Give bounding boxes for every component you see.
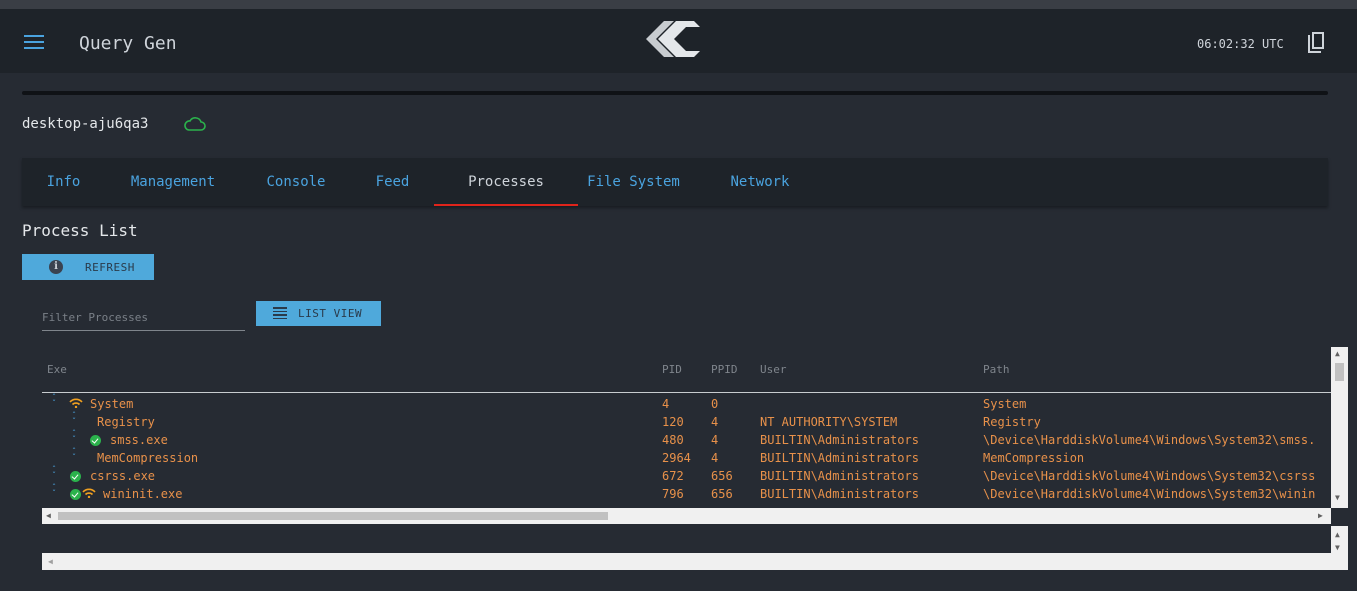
- filter-field: [42, 306, 245, 331]
- path-cell: Registry: [983, 415, 1041, 429]
- expand-collapse-icon[interactable]: ˆˇ: [49, 466, 59, 480]
- host-name: desktop-aju6qa3: [22, 116, 149, 132]
- table-row[interactable]: ˆˇ wininit.exe 796 656 BUILTIN\Administr…: [42, 484, 1331, 503]
- section-title: Process List: [22, 221, 138, 240]
- detail-panel: ◀: [42, 526, 1331, 570]
- path-cell: \Device\HarddiskVolume4\Windows\System32…: [983, 433, 1316, 447]
- detail-vertical-scrollbar[interactable]: ▲ ▼: [1331, 526, 1348, 570]
- wifi-icon: [69, 398, 83, 408]
- table-row[interactable]: ˆˇ MemCompression 2964 4 BUILTIN\Adminis…: [42, 448, 1331, 467]
- ppid-cell: 4: [711, 451, 719, 465]
- window-top-strip: [0, 0, 1357, 9]
- expand-collapse-icon[interactable]: ˆˇ: [49, 394, 59, 408]
- tab-info[interactable]: Info: [22, 158, 105, 206]
- tab-file-system[interactable]: File System: [578, 158, 689, 206]
- wifi-icon: [82, 488, 96, 498]
- scroll-left-icon[interactable]: ◀: [46, 511, 51, 520]
- check-icon: [70, 489, 81, 500]
- detail-horizontal-scrollbar[interactable]: ◀: [42, 553, 1331, 570]
- scroll-left-icon[interactable]: ◀: [48, 557, 53, 566]
- path-cell: System: [983, 397, 1027, 411]
- user-cell: BUILTIN\Administrators: [760, 433, 919, 447]
- path-cell: \Device\HarddiskVolume4\Windows\System32…: [983, 469, 1316, 483]
- table-horizontal-scrollbar[interactable]: ◀ ▶: [42, 508, 1331, 524]
- tab-bar: Info Management Console Feed Processes F…: [22, 158, 1328, 206]
- exe-cell: smss.exe: [110, 433, 168, 447]
- exe-cell: System: [90, 397, 134, 411]
- refresh-label: REFRESH: [85, 261, 135, 274]
- ppid-cell: 656: [711, 487, 733, 501]
- table-row[interactable]: ˆˇ System 4 0 System: [42, 394, 1331, 413]
- user-cell: NT AUTHORITY\SYSTEM: [760, 415, 898, 429]
- list-view-label: LIST VIEW: [298, 307, 363, 320]
- column-header-ppid[interactable]: PPID: [711, 363, 738, 376]
- ppid-cell: 4: [711, 415, 719, 429]
- path-cell: \Device\HarddiskVolume4\Windows\System32…: [983, 487, 1316, 501]
- expand-collapse-icon[interactable]: ˆˇ: [69, 430, 79, 444]
- ppid-cell: 0: [711, 397, 719, 411]
- expand-collapse-icon[interactable]: ˆˇ: [49, 484, 59, 498]
- scroll-down-icon[interactable]: ▼: [1335, 493, 1340, 502]
- scroll-up-icon[interactable]: ▲: [1335, 530, 1340, 539]
- info-icon: i: [49, 260, 63, 274]
- filter-processes-input[interactable]: [42, 306, 245, 329]
- user-cell: BUILTIN\Administrators: [760, 451, 919, 465]
- tab-network[interactable]: Network: [707, 158, 813, 206]
- ppid-cell: 656: [711, 469, 733, 483]
- column-header-pid[interactable]: PID: [662, 363, 682, 376]
- cloud-icon: [184, 117, 206, 131]
- user-cell: BUILTIN\Administrators: [760, 469, 919, 483]
- expand-collapse-icon[interactable]: ˆˇ: [69, 412, 79, 426]
- exe-cell: Registry: [97, 415, 155, 429]
- pid-cell: 796: [662, 487, 684, 501]
- scroll-down-icon[interactable]: ▼: [1335, 543, 1340, 552]
- copy-icon[interactable]: [1305, 31, 1327, 55]
- exe-cell: MemCompression: [97, 451, 199, 465]
- pid-cell: 2964: [662, 451, 691, 465]
- scroll-up-icon[interactable]: ▲: [1335, 349, 1340, 358]
- scroll-thumb[interactable]: [58, 512, 608, 520]
- list-icon: [273, 307, 287, 319]
- process-table: Exe PID PPID User Path ˆˇ System 4 0 Sys…: [42, 347, 1331, 508]
- tab-processes[interactable]: Processes: [434, 158, 578, 206]
- pid-cell: 672: [662, 469, 684, 483]
- column-header-user[interactable]: User: [760, 363, 787, 376]
- divider-bar: [22, 91, 1328, 95]
- table-row[interactable]: ˆˇ smss.exe 480 4 BUILTIN\Administrators…: [42, 430, 1331, 449]
- pid-cell: 480: [662, 433, 684, 447]
- tab-feed[interactable]: Feed: [351, 158, 434, 206]
- utc-clock: 06:02:32 UTC: [1197, 37, 1284, 51]
- pid-cell: 120: [662, 415, 684, 429]
- exe-cell: csrss.exe: [90, 469, 156, 483]
- app-bar: Query Gen 06:02:32 UTC: [0, 9, 1357, 73]
- scroll-thumb[interactable]: [1335, 363, 1344, 381]
- column-header-path[interactable]: Path: [983, 363, 1010, 376]
- ppid-cell: 4: [711, 433, 719, 447]
- expand-collapse-icon[interactable]: ˆˇ: [69, 448, 79, 462]
- column-header-exe[interactable]: Exe: [47, 363, 67, 376]
- app-title: Query Gen: [79, 33, 177, 54]
- table-vertical-scrollbar[interactable]: ▲ ▼: [1331, 347, 1348, 508]
- table-row[interactable]: ˆˇ Registry 120 4 NT AUTHORITY\SYSTEM Re…: [42, 412, 1331, 431]
- cc-logo-icon: [646, 21, 700, 57]
- path-cell: MemCompression: [983, 451, 1085, 465]
- check-icon: [90, 435, 101, 446]
- tab-console[interactable]: Console: [241, 158, 351, 206]
- table-header: Exe PID PPID User Path: [42, 347, 1331, 393]
- hamburger-menu-icon[interactable]: [24, 35, 44, 49]
- user-cell: BUILTIN\Administrators: [760, 487, 919, 501]
- refresh-button[interactable]: i REFRESH: [22, 254, 154, 280]
- pid-cell: 4: [662, 397, 670, 411]
- list-view-button[interactable]: LIST VIEW: [256, 301, 381, 326]
- scroll-right-icon[interactable]: ▶: [1318, 511, 1323, 520]
- exe-cell: wininit.exe: [103, 487, 183, 501]
- check-icon: [70, 471, 81, 482]
- tab-management[interactable]: Management: [105, 158, 241, 206]
- table-row[interactable]: ˆˇ csrss.exe 672 656 BUILTIN\Administrat…: [42, 466, 1331, 485]
